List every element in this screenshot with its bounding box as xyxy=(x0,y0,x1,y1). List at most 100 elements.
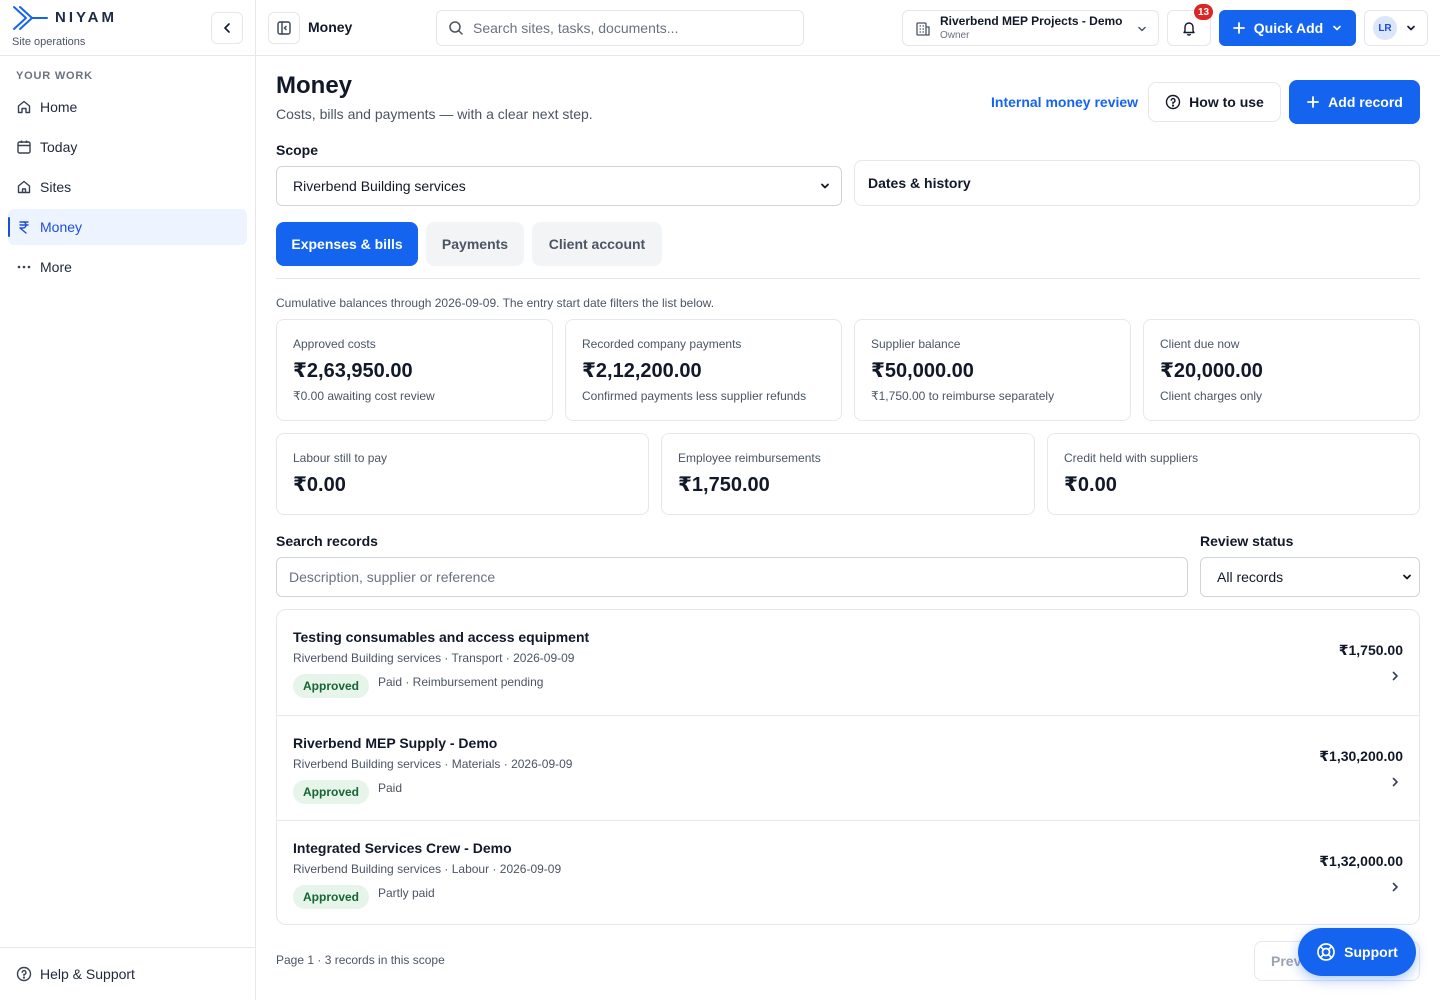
chevron-down-icon xyxy=(1407,25,1415,31)
sidebar-footer-divider xyxy=(0,947,255,948)
search-records-input[interactable] xyxy=(276,557,1188,597)
niyam-logo-icon xyxy=(13,6,48,30)
plus-icon xyxy=(1232,22,1245,34)
record-amount: ₹1,750.00 xyxy=(1338,642,1403,658)
card-value: ₹50,000.00 xyxy=(871,360,974,382)
card-note: ₹1,750.00 to reimburse separately xyxy=(871,389,1055,403)
sidebar-item-money[interactable]: Money xyxy=(8,209,247,245)
chevron-left-icon xyxy=(224,23,230,33)
support-label: Support xyxy=(1344,944,1398,960)
record-title: Riverbend MEP Supply - Demo xyxy=(293,735,498,751)
record-title: Integrated Services Crew - Demo xyxy=(293,840,512,856)
summary-card-client-due: Client due now ₹20,000.00 Client charges… xyxy=(1143,319,1420,421)
pagination-info: Page 1 · 3 records in this scope xyxy=(276,953,445,967)
topbar-title: Money xyxy=(308,19,353,35)
record-payment-status: Paid xyxy=(378,781,403,795)
chevron-right-icon xyxy=(1392,882,1398,892)
more-icon xyxy=(16,259,32,275)
sidebar-item-today[interactable]: Today xyxy=(8,129,247,165)
chevron-down-icon xyxy=(1403,574,1411,580)
summary-card-approved-costs: Approved costs ₹2,63,950.00 ₹0.00 awaiti… xyxy=(276,319,553,421)
summary-card-supplier-credit: Credit held with suppliers ₹0.00 xyxy=(1047,433,1420,515)
bell-icon xyxy=(1183,22,1195,36)
card-value: ₹0.00 xyxy=(1064,474,1117,496)
card-value: ₹2,63,950.00 xyxy=(293,360,413,382)
summary-card-labour-to-pay: Labour still to pay ₹0.00 xyxy=(276,433,649,515)
chevron-down-icon xyxy=(1333,25,1342,31)
summary-card-supplier-balance: Supplier balance ₹50,000.00 ₹1,750.00 to… xyxy=(854,319,1131,421)
brand-subtitle: Site operations xyxy=(12,36,86,48)
sidebar-item-home[interactable]: Home xyxy=(8,89,247,125)
global-search[interactable] xyxy=(436,10,804,46)
top-bar: Money Riverbend MEP Projects - Demo Owne… xyxy=(256,0,1440,56)
record-row[interactable]: Integrated Services Crew - Demo Riverben… xyxy=(277,820,1419,924)
help-circle-icon xyxy=(1165,94,1181,110)
how-to-use-label: How to use xyxy=(1189,94,1264,110)
tab-client-account[interactable]: Client account xyxy=(532,222,662,266)
card-value: ₹1,750.00 xyxy=(678,474,770,496)
card-value: ₹0.00 xyxy=(293,474,346,496)
notification-count-badge: 13 xyxy=(1194,4,1214,20)
nav-section-label: YOUR WORK xyxy=(16,70,93,82)
record-row[interactable]: Riverbend MEP Supply - Demo Riverbend Bu… xyxy=(277,715,1419,820)
review-status-label: Review status xyxy=(1200,533,1294,549)
record-row[interactable]: Testing consumables and access equipment… xyxy=(277,610,1419,715)
dates-history-toggle[interactable]: Dates & history xyxy=(854,160,1420,206)
calendar-icon xyxy=(16,139,32,155)
card-label: Client due now xyxy=(1160,337,1240,351)
scope-label: Scope xyxy=(276,142,319,158)
user-menu-button[interactable]: LR xyxy=(1364,10,1428,46)
rupee-icon xyxy=(16,219,32,235)
page-subtitle: Costs, bills and payments — with a clear… xyxy=(276,106,593,122)
status-badge: Approved xyxy=(293,674,370,698)
global-search-input[interactable] xyxy=(473,20,793,36)
card-note: Confirmed payments less supplier refunds xyxy=(582,389,807,403)
add-record-label: Add record xyxy=(1328,94,1403,110)
quick-add-label: Quick Add xyxy=(1253,20,1324,36)
collapse-sidebar-button[interactable] xyxy=(211,12,243,44)
tabs-divider xyxy=(276,278,1420,279)
review-status-select[interactable]: All records xyxy=(1200,557,1420,597)
card-note: Client charges only xyxy=(1160,389,1263,403)
record-meta: Riverbend Building services · Materials … xyxy=(293,757,573,771)
card-label: Credit held with suppliers xyxy=(1064,451,1199,465)
review-status-value: All records xyxy=(1217,569,1284,585)
card-label: Approved costs xyxy=(293,337,376,351)
organization-switcher[interactable]: Riverbend MEP Projects - Demo Owner xyxy=(902,10,1159,46)
office-building-icon xyxy=(916,22,930,36)
internal-money-review-link[interactable]: Internal money review xyxy=(991,94,1138,110)
record-meta: Riverbend Building services · Transport … xyxy=(293,651,575,665)
sidebar-divider xyxy=(0,55,255,56)
record-payment-status: Paid · Reimbursement pending xyxy=(378,675,544,689)
sidebar-item-sites[interactable]: Sites xyxy=(8,169,247,205)
sidebar-item-label: Today xyxy=(40,139,78,155)
summary-card-employee-reimbursements: Employee reimbursements ₹1,750.00 xyxy=(661,433,1035,515)
record-title: Testing consumables and access equipment xyxy=(293,629,590,645)
card-label: Employee reimbursements xyxy=(678,451,821,465)
card-label: Labour still to pay xyxy=(293,451,388,465)
scope-selected-value: Riverbend Building services xyxy=(293,178,466,194)
cumulative-note: Cumulative balances through 2026-09-09. … xyxy=(276,296,715,310)
scope-select[interactable]: Riverbend Building services xyxy=(276,166,842,206)
sidebar: NIYAM Site operations YOUR WORK Home Tod… xyxy=(0,0,256,1000)
card-label: Recorded company payments xyxy=(582,337,742,351)
sidebar-item-label: More xyxy=(40,259,72,275)
card-value: ₹20,000.00 xyxy=(1160,360,1263,382)
plus-icon xyxy=(1307,96,1320,108)
records-list: Testing consumables and access equipment… xyxy=(276,609,1420,925)
quick-add-button[interactable]: Quick Add xyxy=(1219,10,1356,46)
notifications-button[interactable]: 13 xyxy=(1167,4,1214,46)
organization-role: Owner xyxy=(940,30,970,41)
how-to-use-button[interactable]: How to use xyxy=(1148,82,1281,122)
sidebar-item-label: Money xyxy=(40,219,83,235)
tab-payments[interactable]: Payments xyxy=(426,222,524,266)
support-button[interactable]: Support xyxy=(1298,928,1416,976)
add-record-button[interactable]: Add record xyxy=(1289,80,1420,124)
tab-expenses-bills[interactable]: Expenses & bills xyxy=(276,222,418,266)
toggle-panel-button[interactable] xyxy=(268,12,300,44)
panel-icon xyxy=(277,21,291,35)
home-icon xyxy=(16,99,32,115)
brand[interactable]: NIYAM Site operations xyxy=(12,4,242,54)
help-support-link[interactable]: Help & Support xyxy=(16,964,135,984)
sidebar-item-more[interactable]: More xyxy=(8,249,247,285)
